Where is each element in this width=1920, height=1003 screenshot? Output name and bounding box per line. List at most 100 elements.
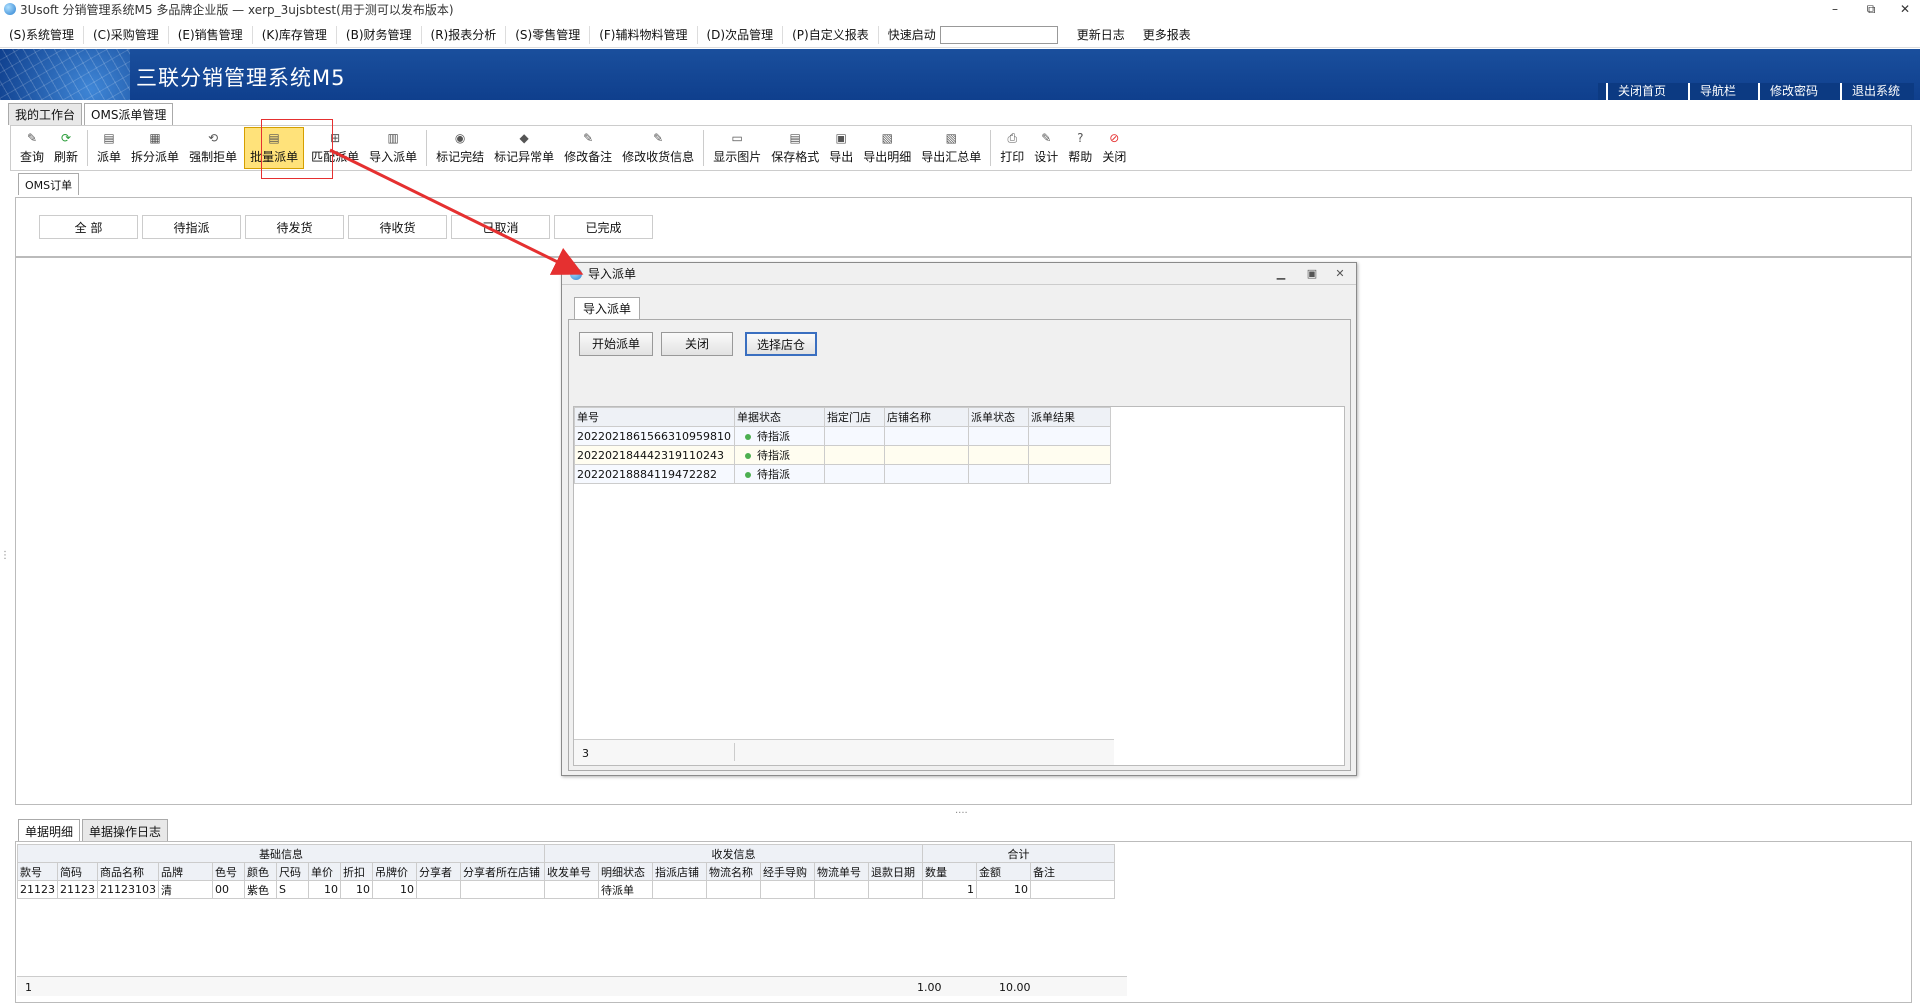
change-password-link[interactable]: 修改密码 xyxy=(1757,83,1832,100)
toolbar-btn-9[interactable]: ◆ 标记异常单 xyxy=(489,127,559,169)
detail-col-header[interactable]: 简码 xyxy=(57,862,98,881)
filter-pending-receive[interactable]: 待收货 xyxy=(348,215,447,239)
dialog-close-button[interactable]: 关闭 xyxy=(661,332,733,356)
tab-operation-log[interactable]: 单据操作日志 xyxy=(82,819,169,841)
detail-col-header[interactable]: 款号 xyxy=(17,862,58,881)
detail-col-header[interactable]: 数量 xyxy=(922,862,977,881)
dialog-col-header[interactable]: 单据状态 xyxy=(734,407,825,427)
toolbar-btn-10[interactable]: ✎ 修改备注 xyxy=(559,127,617,169)
select-store-button[interactable]: 选择店仓 xyxy=(745,332,817,356)
dialog-col-header[interactable]: 派单结果 xyxy=(1028,407,1111,427)
detail-cell xyxy=(814,880,869,899)
side-handle[interactable]: ⋮ xyxy=(0,550,10,561)
dialog-col-header[interactable]: 派单状态 xyxy=(968,407,1029,427)
toolbar-separator xyxy=(990,130,992,166)
toolbar-btn-18[interactable]: ✎ 设计 xyxy=(1029,127,1063,169)
menu-sales[interactable]: (E)销售管理 xyxy=(169,25,253,44)
toolbar-btn-14[interactable]: ▣ 导出 xyxy=(824,127,858,169)
detail-col-header[interactable]: 退款日期 xyxy=(868,862,923,881)
dialog-col-header[interactable]: 店铺名称 xyxy=(884,407,969,427)
dialog-col-header[interactable]: 指定门店 xyxy=(824,407,885,427)
tab-order-detail[interactable]: 单据明细 xyxy=(18,819,81,841)
dialog-maximize-icon[interactable]: ▣ xyxy=(1305,267,1319,280)
export-icon: ▣ xyxy=(835,131,847,145)
app-title: 三联分销管理系统M5 xyxy=(136,66,346,90)
toolbar-btn-19[interactable]: ? 帮助 xyxy=(1063,127,1097,169)
detail-col-header[interactable]: 明细状态 xyxy=(598,862,653,881)
tab-oms-dispatch[interactable]: OMS派单管理 xyxy=(84,103,174,125)
detail-col-header[interactable]: 分享者所在店铺 xyxy=(460,862,545,881)
tab-workbench[interactable]: 我的工作台 xyxy=(8,103,83,125)
restore-button[interactable]: ⧉ xyxy=(1856,0,1886,18)
dialog-minimize-icon[interactable]: ▁ xyxy=(1274,267,1288,280)
close-home-link[interactable]: 关闭首页 xyxy=(1605,83,1680,100)
detail-col-header[interactable]: 单价 xyxy=(308,862,341,881)
toolbar-btn-2[interactable]: ▤ 派单 xyxy=(92,127,126,169)
menu-update-log[interactable]: 更新日志 xyxy=(1068,26,1134,44)
toolbar-btn-12[interactable]: ▭ 显示图片 xyxy=(708,127,766,169)
filter-pending-assign[interactable]: 待指派 xyxy=(142,215,241,239)
dispatch-row[interactable]: 2022021888411947228​2 待指派 xyxy=(574,464,1111,484)
filter-cancelled[interactable]: 已取消 xyxy=(451,215,550,239)
empty-cell xyxy=(1028,445,1111,465)
toolbar-btn-1[interactable]: ⟳ 刷新 xyxy=(49,127,83,169)
quickstart-input[interactable] xyxy=(939,25,1058,44)
tab-oms-orders[interactable]: OMS订单 xyxy=(18,173,80,195)
detail-col-header[interactable]: 尺码 xyxy=(276,862,309,881)
detail-col-header[interactable]: 经手导购 xyxy=(760,862,815,881)
dialog-tab-import[interactable]: 导入派单 xyxy=(574,297,641,319)
detail-col-header[interactable]: 指派店铺 xyxy=(652,862,707,881)
detail-col-header[interactable]: 颜色 xyxy=(244,862,277,881)
splitter-handle[interactable]: ···· xyxy=(955,808,968,819)
menu-reports[interactable]: (R)报表分析 xyxy=(422,25,507,44)
dispatch-row[interactable]: 20220218615663109598​10 待指派 xyxy=(574,426,1111,446)
menu-custom-reports[interactable]: (P)自定义报表 xyxy=(783,25,879,44)
toolbar-btn-7[interactable]: ▥ 导入派单 xyxy=(364,127,422,169)
detail-col-header[interactable]: 色号 xyxy=(212,862,245,881)
detail-col-header[interactable]: 吊牌价 xyxy=(372,862,417,881)
toolbar-btn-13[interactable]: ▤ 保存格式 xyxy=(766,127,824,169)
detail-col-header[interactable]: 收发单号 xyxy=(544,862,599,881)
export-summary-icon: ▧ xyxy=(945,131,957,145)
filter-all[interactable]: 全 部 xyxy=(39,215,138,239)
detail-col-header[interactable]: 金额 xyxy=(976,862,1031,881)
detail-col-header[interactable]: 品牌 xyxy=(158,862,213,881)
dispatch-icon: ▤ xyxy=(103,131,115,145)
dialog-title: 导入派单 xyxy=(588,267,637,281)
window-close-button[interactable]: ✕ xyxy=(1890,0,1920,18)
dialog-col-header[interactable]: 单号 xyxy=(574,407,735,427)
dialog-close-icon[interactable]: ✕ xyxy=(1333,267,1347,280)
toolbar-btn-16[interactable]: ▧ 导出汇总单 xyxy=(916,127,986,169)
toolbar-btn-15[interactable]: ▧ 导出明细 xyxy=(858,127,916,169)
detail-col-header[interactable]: 物流单号 xyxy=(814,862,869,881)
detail-col-header[interactable]: 折扣 xyxy=(340,862,373,881)
detail-row[interactable]: 21123 21123 21123103 清 00 紫色 S 10 10 10 待派单 1 10 xyxy=(17,880,1115,899)
menu-purchase[interactable]: (C)采购管理 xyxy=(84,25,169,44)
menu-system[interactable]: (S)系统管理 xyxy=(0,25,84,44)
dispatch-row[interactable]: 2022021844423191102​43 待指派 xyxy=(574,445,1111,465)
toolbar-btn-11[interactable]: ✎ 修改收货信息 xyxy=(617,127,699,169)
start-dispatch-button[interactable]: 开始派单 xyxy=(579,332,653,356)
minimize-button[interactable]: – xyxy=(1820,0,1850,18)
detail-col-header[interactable]: 物流名称 xyxy=(706,862,761,881)
toolbar-btn-8[interactable]: ◉ 标记完结 xyxy=(431,127,489,169)
nav-bar-link[interactable]: 导航栏 xyxy=(1687,83,1750,100)
menu-defective[interactable]: (D)次品管理 xyxy=(698,25,784,44)
detail-col-header[interactable]: 商品名称 xyxy=(97,862,159,881)
filter-pending-ship[interactable]: 待发货 xyxy=(245,215,344,239)
detail-col-header[interactable]: 备注 xyxy=(1030,862,1115,881)
toolbar-btn-3[interactable]: ▦ 拆分派单 xyxy=(126,127,184,169)
menu-retail[interactable]: (S)零售管理 xyxy=(506,25,591,44)
menu-materials[interactable]: (F)辅料物料管理 xyxy=(590,25,698,44)
toolbar-btn-20[interactable]: ⊘ 关闭 xyxy=(1097,127,1131,169)
toolbar-btn-4[interactable]: ⟲ 强制拒单 xyxy=(184,127,242,169)
toolbar-btn-17[interactable]: ⎙ 打印 xyxy=(995,127,1029,169)
menu-inventory[interactable]: (K)库存管理 xyxy=(253,25,337,44)
menu-more-reports[interactable]: 更多报表 xyxy=(1134,26,1200,44)
exit-system-link[interactable]: 退出系统 xyxy=(1839,83,1914,100)
menu-finance[interactable]: (B)财务管理 xyxy=(337,25,422,44)
toolbar-btn-0[interactable]: ✎ 查询 xyxy=(15,127,49,169)
filter-completed[interactable]: 已完成 xyxy=(554,215,653,239)
toolbar-label: 强制拒单 xyxy=(189,150,238,164)
detail-col-header[interactable]: 分享者 xyxy=(416,862,461,881)
